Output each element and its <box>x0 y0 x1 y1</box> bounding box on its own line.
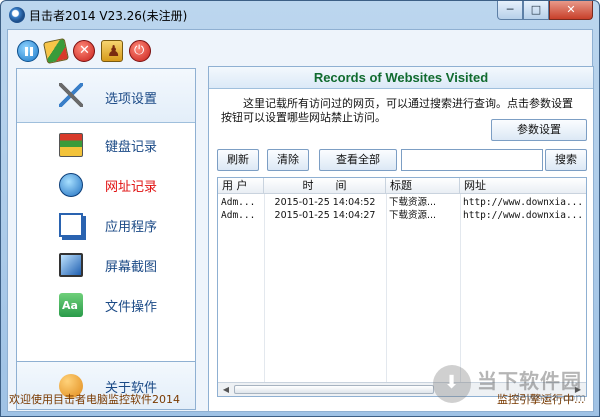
pause-icon[interactable] <box>17 40 39 62</box>
clear-button[interactable]: 清除 <box>267 149 309 171</box>
cell-title: 下载资源... <box>389 210 437 221</box>
folder-icon <box>59 293 83 317</box>
records-panel: Records of Websites Visited 这里记载所有访问过的网页… <box>208 66 594 412</box>
status-welcome: 欢迎使用目击者电脑监控软件2014 <box>9 393 180 406</box>
settings-button[interactable]: 参数设置 <box>491 119 587 141</box>
windows-icon <box>59 213 83 237</box>
sidebar-item-apps[interactable]: 应用程序 <box>17 205 195 243</box>
cell-user: Adm... <box>221 210 256 221</box>
minimize-button[interactable]: ─ <box>497 1 523 20</box>
cell-url: http://www.downxia... <box>463 197 584 208</box>
power-icon[interactable] <box>129 40 151 62</box>
sidebar-item-screenshots[interactable]: 屏幕截图 <box>17 245 195 283</box>
search-input[interactable] <box>401 149 543 171</box>
table-row[interactable]: Adm... 2015-01-25 14:04:27 下载资源... http:… <box>218 209 586 222</box>
refresh-button[interactable]: 刷新 <box>217 149 259 171</box>
search-button[interactable]: 搜索 <box>545 149 587 171</box>
cell-url: http://www.downxia... <box>463 210 584 221</box>
scrollbar-thumb[interactable] <box>234 385 434 394</box>
sidebar-item-label: 屏幕截图 <box>105 260 158 275</box>
sidebar-item-label: 选项设置 <box>105 92 158 107</box>
records-table: 用 户 时 间 标题 网址 Adm... 2015-01-25 14:04:52… <box>217 177 587 397</box>
view-all-button[interactable]: 查看全部 <box>319 149 397 171</box>
close-button[interactable]: ✕ <box>549 1 593 20</box>
keyboard-icon <box>59 133 83 157</box>
users-icon[interactable] <box>101 40 123 62</box>
panel-title: Records of Websites Visited <box>209 67 593 89</box>
screen-icon <box>59 253 83 277</box>
table-header: 用 户 时 间 标题 网址 <box>218 178 586 194</box>
description-line: 这里记载所有访问过的网页，可以通过搜索进行查询。点击参数设置 <box>243 97 573 110</box>
sidebar-item-label: 键盘记录 <box>105 140 158 155</box>
column-divider <box>386 194 387 384</box>
sidebar-item-label: 网址记录 <box>105 180 158 195</box>
sidebar-item-label: 文件操作 <box>105 300 158 315</box>
sidebar-item-urls[interactable]: 网址记录 <box>17 165 195 203</box>
cell-time: 2015-01-25 14:04:27 <box>274 210 376 221</box>
tools-icon <box>59 83 83 107</box>
client-area: 选项设置 键盘记录 网址记录 应用程序 屏幕截图 文件操作 <box>7 29 594 412</box>
column-header-title[interactable]: 标题 <box>386 178 460 194</box>
column-divider <box>460 194 461 384</box>
column-header-user[interactable]: 用 户 <box>218 178 264 194</box>
sidebar-item-keyboard[interactable]: 键盘记录 <box>17 125 195 163</box>
app-icon <box>9 7 25 23</box>
globe-icon <box>59 173 83 197</box>
window-title: 目击者2014 V23.26(未注册) <box>29 9 188 23</box>
column-divider <box>264 194 265 384</box>
table-row[interactable]: Adm... 2015-01-25 14:04:52 下载资源... http:… <box>218 196 586 209</box>
sidebar-item-label: 应用程序 <box>105 220 158 235</box>
status-engine: 监控引擎运行中... <box>497 393 585 406</box>
cell-user: Adm... <box>221 197 256 208</box>
scroll-left-icon[interactable]: ◀ <box>219 384 233 396</box>
title-bar[interactable]: 目击者2014 V23.26(未注册) ─ □ ✕ <box>1 1 599 29</box>
stop-icon[interactable] <box>73 40 95 62</box>
app-window: 目击者2014 V23.26(未注册) ─ □ ✕ 选项设置 键盘记录 网址记录 <box>0 0 600 417</box>
column-header-url[interactable]: 网址 <box>460 178 586 194</box>
sidebar-item-files[interactable]: 文件操作 <box>17 285 195 323</box>
tag-icon[interactable] <box>42 37 70 65</box>
sidebar: 选项设置 键盘记录 网址记录 应用程序 屏幕截图 文件操作 <box>16 68 196 362</box>
cell-time: 2015-01-25 14:04:52 <box>274 197 376 208</box>
column-header-time[interactable]: 时 间 <box>264 178 386 194</box>
cell-title: 下载资源... <box>389 197 437 208</box>
maximize-button[interactable]: □ <box>523 1 549 20</box>
sidebar-item-options[interactable]: 选项设置 <box>17 69 195 123</box>
